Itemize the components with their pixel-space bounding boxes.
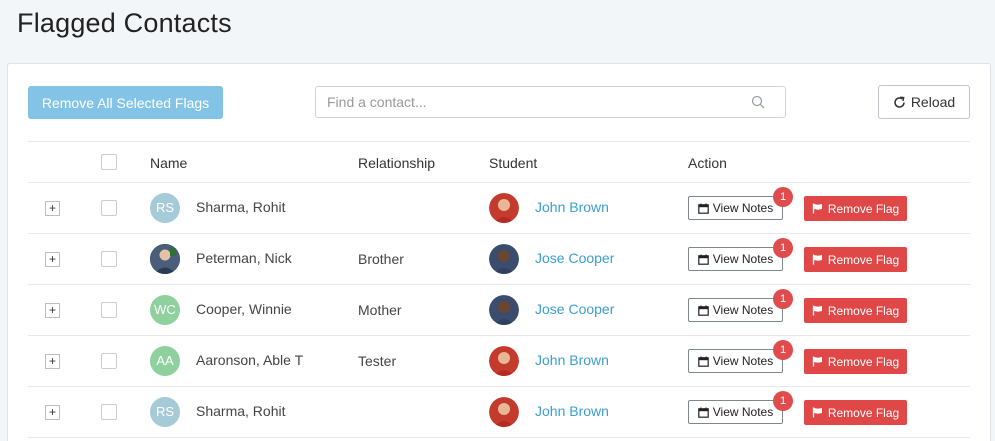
row-checkbox[interactable]	[101, 302, 117, 318]
column-header-action: Action	[688, 155, 727, 171]
contact-name: Cooper, Winnie	[196, 301, 292, 317]
notes-count-badge: 1	[773, 340, 793, 360]
search-icon[interactable]	[751, 95, 765, 109]
calendar-icon	[697, 254, 709, 265]
view-notes-label: View Notes	[712, 405, 774, 419]
remove-flag-label: Remove Flag	[827, 354, 900, 369]
student-link[interactable]: John Brown	[535, 199, 609, 215]
student-photo-icon	[489, 244, 519, 274]
row-checkbox[interactable]	[101, 251, 117, 267]
relationship: Tester	[358, 353, 397, 369]
view-notes-button[interactable]: View Notes	[688, 349, 783, 373]
flag-icon	[812, 203, 822, 214]
search-input[interactable]	[316, 87, 746, 117]
calendar-icon	[697, 203, 709, 214]
expand-row-button[interactable]: +	[45, 252, 60, 267]
row-checkbox[interactable]	[101, 404, 117, 420]
student-avatar	[489, 295, 519, 325]
contact-photo-icon	[150, 244, 180, 274]
flag-icon	[812, 407, 822, 418]
remove-flag-button[interactable]: Remove Flag	[804, 400, 907, 425]
contact-name: Peterman, Nick	[196, 250, 292, 266]
student-link[interactable]: Jose Cooper	[535, 301, 614, 317]
view-notes-button[interactable]: View Notes	[688, 196, 783, 220]
notes-count-badge: 1	[773, 391, 793, 411]
view-notes-label: View Notes	[712, 303, 774, 317]
calendar-icon	[697, 305, 709, 316]
student-avatar	[489, 193, 519, 223]
expand-row-button[interactable]: +	[45, 303, 60, 318]
student-avatar	[489, 244, 519, 274]
avatar: AA	[150, 346, 180, 376]
view-notes-label: View Notes	[712, 252, 774, 266]
student-photo-icon	[489, 346, 519, 376]
table-row: + Peterman, Nick Brother Jose Cooper Vie…	[28, 234, 970, 285]
calendar-icon	[697, 407, 709, 418]
view-notes-label: View Notes	[712, 354, 774, 368]
remove-flag-button[interactable]: Remove Flag	[804, 196, 907, 221]
student-link[interactable]: Jose Cooper	[535, 250, 614, 266]
flag-icon	[812, 356, 822, 367]
table-row: + RS Sharma, Rohit John Brown View Notes…	[28, 183, 970, 234]
flag-icon	[812, 254, 822, 265]
remove-flag-label: Remove Flag	[827, 405, 900, 420]
contact-name: Sharma, Rohit	[196, 403, 286, 419]
contact-name: Sharma, Rohit	[196, 199, 286, 215]
view-notes-button[interactable]: View Notes	[688, 298, 783, 322]
reload-button[interactable]: Reload	[878, 85, 970, 119]
select-all-checkbox[interactable]	[101, 154, 117, 170]
expand-row-button[interactable]: +	[45, 405, 60, 420]
contacts-table: Name Relationship Student Action + RS Sh…	[28, 141, 970, 438]
avatar	[150, 244, 180, 274]
remove-flag-label: Remove Flag	[827, 252, 900, 267]
remove-flag-label: Remove Flag	[827, 201, 900, 216]
calendar-icon	[697, 356, 709, 367]
remove-flag-button[interactable]: Remove Flag	[804, 349, 907, 374]
notes-count-badge: 1	[773, 187, 793, 207]
expand-row-button[interactable]: +	[45, 201, 60, 216]
student-photo-icon	[489, 295, 519, 325]
notes-count-badge: 1	[773, 289, 793, 309]
search-box	[315, 86, 786, 118]
relationship: Brother	[358, 251, 404, 267]
avatar: WC	[150, 295, 180, 325]
student-link[interactable]: John Brown	[535, 352, 609, 368]
table-row: + AA Aaronson, Able T Tester John Brown …	[28, 336, 970, 387]
table-row: + WC Cooper, Winnie Mother Jose Cooper V…	[28, 285, 970, 336]
reload-label: Reload	[910, 94, 956, 110]
student-link[interactable]: John Brown	[535, 403, 609, 419]
row-checkbox[interactable]	[101, 353, 117, 369]
column-header-relationship: Relationship	[358, 155, 436, 171]
remove-flag-button[interactable]: Remove Flag	[804, 247, 907, 272]
table-header: Name Relationship Student Action	[28, 141, 970, 183]
flag-icon	[812, 305, 822, 316]
view-notes-button[interactable]: View Notes	[688, 247, 783, 271]
view-notes-label: View Notes	[712, 201, 774, 215]
expand-row-button[interactable]: +	[45, 354, 60, 369]
student-photo-icon	[489, 193, 519, 223]
table-row: + RS Sharma, Rohit John Brown View Notes…	[28, 387, 970, 438]
avatar: RS	[150, 193, 180, 223]
notes-count-badge: 1	[773, 238, 793, 258]
refresh-icon	[894, 95, 905, 108]
column-header-student: Student	[489, 155, 538, 171]
column-header-name: Name	[150, 155, 188, 171]
page-title: Flagged Contacts	[17, 8, 232, 38]
view-notes-button[interactable]: View Notes	[688, 400, 783, 424]
remove-flag-button[interactable]: Remove Flag	[804, 298, 907, 323]
row-checkbox[interactable]	[101, 200, 117, 216]
student-avatar	[489, 397, 519, 427]
student-avatar	[489, 346, 519, 376]
remove-flag-label: Remove Flag	[827, 303, 900, 318]
remove-all-selected-flags-button[interactable]: Remove All Selected Flags	[28, 86, 223, 119]
avatar: RS	[150, 397, 180, 427]
student-photo-icon	[489, 397, 519, 427]
flagged-contacts-panel: Remove All Selected Flags Reload Name Re…	[7, 63, 991, 441]
contact-name: Aaronson, Able T	[196, 352, 304, 368]
relationship: Mother	[358, 302, 402, 318]
